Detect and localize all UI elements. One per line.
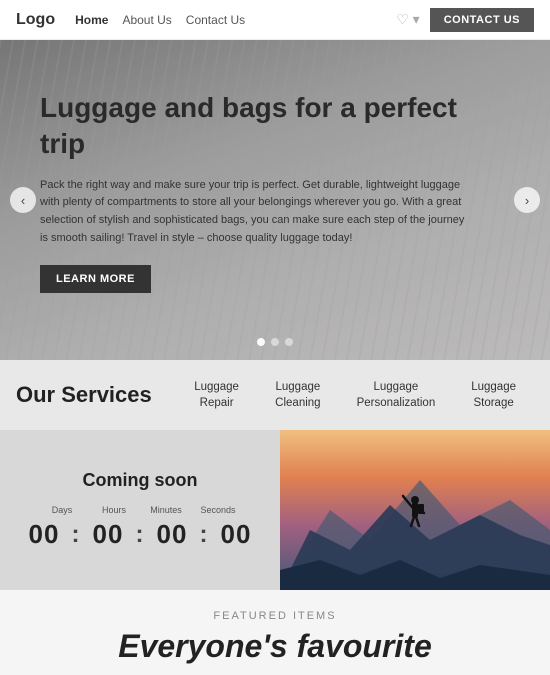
learn-more-button[interactable]: LEARN MORE — [40, 265, 151, 293]
hero-dot-3[interactable] — [285, 338, 293, 346]
hero-content: Luggage and bags for a perfect trip Pack… — [0, 40, 550, 313]
coming-soon-title: Coming soon — [83, 470, 198, 491]
service-luggage-cleaning[interactable]: LuggageCleaning — [257, 379, 338, 411]
contact-us-button[interactable]: CONTACT US — [430, 8, 534, 32]
nav-contact[interactable]: Contact Us — [186, 13, 245, 27]
hero-prev-arrow[interactable]: ‹ — [10, 187, 36, 213]
logo: Logo — [16, 11, 55, 29]
nav-links: Home About Us Contact Us — [75, 13, 245, 27]
featured-heading: Everyone's favourite — [16, 628, 534, 665]
service-luggage-storage[interactable]: LuggageStorage — [453, 379, 534, 411]
countdown-minutes: 00 — [146, 519, 198, 550]
hero-title: Luggage and bags for a perfect trip — [40, 90, 460, 163]
nav-about[interactable]: About Us — [122, 13, 171, 27]
countdown-sep-2: : — [134, 521, 146, 549]
countdown-labels: Days Hours Minutes Seconds — [16, 505, 264, 515]
featured-label: FEATURED ITEMS — [16, 610, 534, 622]
featured-section: FEATURED ITEMS Everyone's favourite — [0, 590, 550, 675]
mountain-svg — [280, 430, 550, 590]
hero-dot-2[interactable] — [271, 338, 279, 346]
service-items: Luggage Repair LuggageCleaning LuggagePe… — [176, 379, 534, 411]
service-luggage-personalization[interactable]: LuggagePersonalization — [339, 379, 454, 411]
hero-section: Luggage and bags for a perfect trip Pack… — [0, 40, 550, 360]
label-hours: Hours — [88, 505, 140, 515]
countdown-seconds: 00 — [210, 519, 262, 550]
hero-description: Pack the right way and make sure your tr… — [40, 177, 470, 247]
label-days: Days — [36, 505, 88, 515]
countdown-values: 00 : 00 : 00 : 00 — [18, 519, 262, 550]
navbar-right: ♡ ▾ CONTACT US — [396, 8, 534, 32]
countdown-hours: 00 — [82, 519, 134, 550]
countdown-sep-3: : — [198, 521, 210, 549]
navbar: Logo Home About Us Contact Us ♡ ▾ CONTAC… — [0, 0, 550, 40]
below-section: Coming soon Days Hours Minutes Seconds 0… — [0, 430, 550, 590]
label-seconds: Seconds — [192, 505, 244, 515]
hero-dot-1[interactable] — [257, 338, 265, 346]
services-bar: Our Services Luggage Repair LuggageClean… — [0, 360, 550, 430]
services-title: Our Services — [16, 382, 176, 408]
hero-image-panel — [280, 430, 550, 590]
label-minutes: Minutes — [140, 505, 192, 515]
hero-dots — [257, 338, 293, 346]
hero-next-arrow[interactable]: › — [514, 187, 540, 213]
countdown-panel: Coming soon Days Hours Minutes Seconds 0… — [0, 430, 280, 590]
countdown-sep-1: : — [70, 521, 82, 549]
heart-icon[interactable]: ♡ ▾ — [396, 11, 419, 28]
service-luggage-repair[interactable]: Luggage Repair — [176, 379, 257, 411]
countdown-days: 00 — [18, 519, 70, 550]
nav-home[interactable]: Home — [75, 13, 108, 27]
